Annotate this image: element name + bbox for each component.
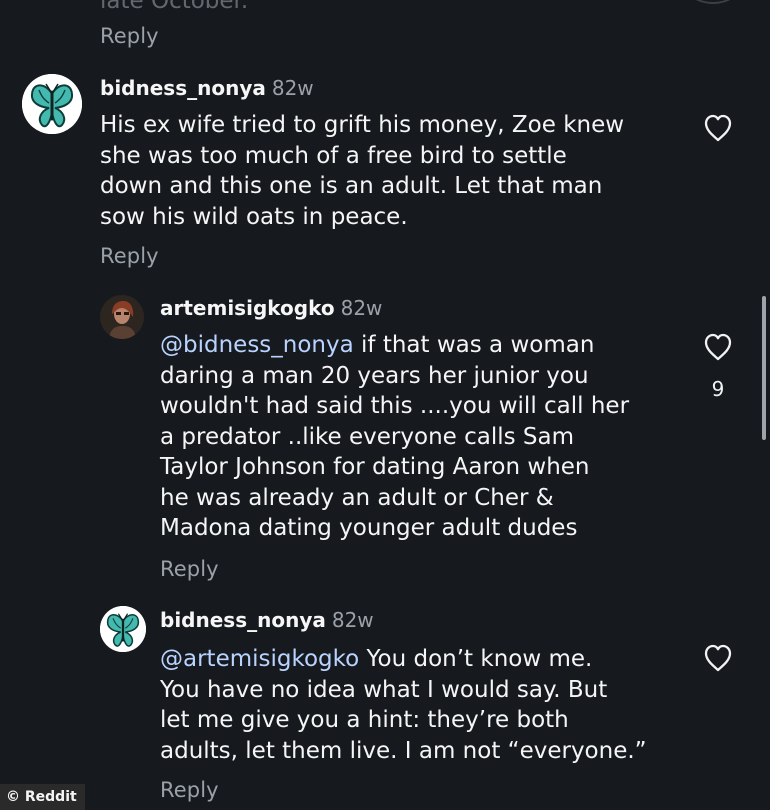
- timestamp: 82w: [271, 76, 314, 100]
- comment-header: artemisigkogko 82w: [160, 298, 382, 318]
- butterfly-icon: [22, 74, 82, 134]
- avatar[interactable]: [100, 606, 146, 652]
- comment-text: His ex wife tried to grift his money, Zo…: [100, 112, 625, 230]
- partial-circle-icon: [674, 0, 752, 4]
- reply-button[interactable]: Reply: [100, 244, 159, 268]
- like-heart-icon[interactable]: [702, 331, 734, 363]
- username[interactable]: bidness_nonya: [160, 608, 326, 632]
- username[interactable]: bidness_nonya: [100, 76, 266, 100]
- scrollbar[interactable]: [762, 296, 766, 440]
- comment-header: bidness_nonya 82w: [100, 78, 314, 98]
- avatar[interactable]: [100, 295, 144, 339]
- mention-link[interactable]: @artemisigkogko: [160, 646, 359, 672]
- comment-header: bidness_nonya 82w: [160, 610, 374, 630]
- comment-text: @bidness_nonya if that was a woman darin…: [160, 330, 680, 544]
- timestamp: 82w: [331, 608, 374, 632]
- timestamp: 82w: [340, 296, 383, 320]
- like-heart-icon[interactable]: [702, 642, 734, 674]
- comment-text: @artemisigkogko You don’t know me. You h…: [160, 644, 680, 766]
- comment-thread-screen: late October. Reply bidness_nonya 82w His…: [0, 0, 770, 810]
- reddit-watermark: © Reddit: [0, 784, 85, 810]
- butterfly-icon: [100, 606, 146, 652]
- reply-button[interactable]: Reply: [160, 557, 219, 581]
- username[interactable]: artemisigkogko: [160, 296, 335, 320]
- like-count: 9: [711, 377, 725, 401]
- reply-button[interactable]: Reply: [100, 24, 159, 48]
- mention-link[interactable]: @bidness_nonya: [160, 332, 354, 358]
- comment-body: if that was a woman daring a man 20 year…: [160, 332, 630, 541]
- previous-comment-fragment: late October.: [100, 0, 249, 14]
- reply-button[interactable]: Reply: [160, 778, 219, 802]
- profile-photo: [100, 295, 144, 339]
- like-heart-icon[interactable]: [702, 112, 734, 144]
- avatar[interactable]: [22, 74, 82, 134]
